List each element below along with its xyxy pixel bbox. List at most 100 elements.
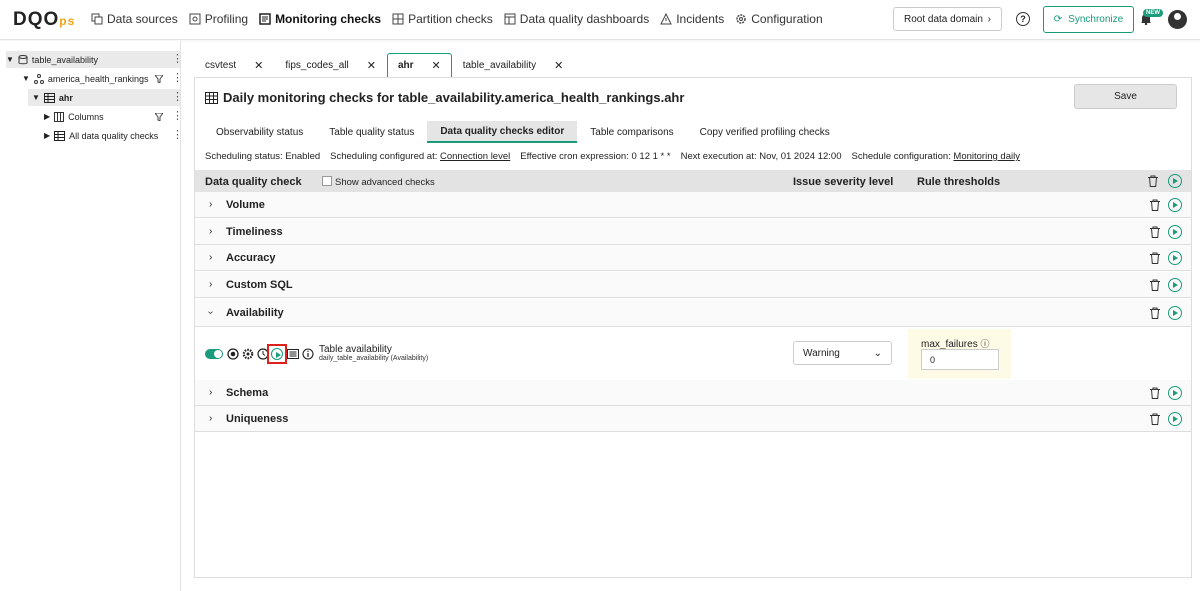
trash-icon[interactable] xyxy=(1149,279,1161,291)
trash-icon[interactable] xyxy=(1149,226,1161,238)
tree-schema[interactable]: ▼ america_health_rankings xyxy=(22,70,148,87)
results-list-icon[interactable] xyxy=(287,348,299,360)
chevron-right-icon: › xyxy=(209,226,213,237)
max-failures-input[interactable]: 0 xyxy=(921,349,999,370)
subtab-table-quality[interactable]: Table quality status xyxy=(316,121,427,143)
show-advanced-checkbox[interactable]: Show advanced checks xyxy=(322,176,435,188)
kebab-icon[interactable]: ⋮ xyxy=(172,92,183,103)
nav-monitoring-checks[interactable]: Monitoring checks xyxy=(259,12,381,26)
close-icon[interactable]: ✕ xyxy=(432,59,441,72)
run-check-icon[interactable] xyxy=(271,348,283,360)
profiling-icon xyxy=(189,13,201,25)
table-icon xyxy=(54,130,66,141)
threshold-box: max_failures ⓘ 0 xyxy=(908,329,1011,379)
chevron-right-icon: › xyxy=(209,413,213,424)
trash-icon[interactable] xyxy=(1149,307,1161,319)
subtab-comparisons[interactable]: Table comparisons xyxy=(577,121,686,143)
category-accuracy[interactable]: › Accuracy xyxy=(195,245,1191,271)
kebab-icon[interactable]: ⋮ xyxy=(172,54,183,65)
trash-icon[interactable] xyxy=(1149,387,1161,399)
kebab-icon[interactable]: ⋮ xyxy=(172,111,183,122)
tab-csvtest[interactable]: csvtest ✕ xyxy=(194,53,274,77)
warning-icon xyxy=(660,13,673,25)
run-checks-icon[interactable] xyxy=(1168,174,1182,188)
kebab-icon[interactable]: ⋮ xyxy=(172,73,183,84)
close-icon[interactable]: ✕ xyxy=(367,59,376,72)
caret-right-icon: ▶ xyxy=(44,112,51,121)
check-technical-name: daily_table_availability (Availability) xyxy=(319,355,429,362)
radio-target-icon[interactable] xyxy=(227,348,239,360)
gear-icon xyxy=(736,14,746,24)
category-custom-sql[interactable]: › Custom SQL xyxy=(195,272,1191,298)
sync-icon: ⟳ xyxy=(1053,14,1063,25)
tree-columns[interactable]: ▶ Columns xyxy=(44,108,104,125)
run-checks-icon[interactable] xyxy=(1168,412,1182,426)
run-checks-icon[interactable] xyxy=(1168,386,1182,400)
run-checks-icon[interactable] xyxy=(1168,306,1182,320)
kebab-icon[interactable]: ⋮ xyxy=(172,130,183,141)
domain-selector[interactable]: Root data domain › xyxy=(893,7,1002,31)
trash-icon[interactable] xyxy=(1149,199,1161,211)
subtab-copy-profiling[interactable]: Copy verified profiling checks xyxy=(687,121,843,143)
tree-table-ahr[interactable]: ▼ ahr xyxy=(28,89,180,106)
trash-icon[interactable] xyxy=(1149,413,1161,425)
checks-header: Data quality check Show advanced checks … xyxy=(195,170,1191,192)
category-uniqueness[interactable]: › Uniqueness xyxy=(195,406,1191,432)
tab-fips-codes-all[interactable]: fips_codes_all ✕ xyxy=(274,53,387,77)
run-checks-icon[interactable] xyxy=(1168,225,1182,239)
nav-configuration[interactable]: Configuration xyxy=(735,12,823,26)
chevron-right-icon: › xyxy=(209,199,213,210)
check-name: Table availability xyxy=(319,344,392,355)
synchronize-button[interactable]: ⟳ Synchronize xyxy=(1043,6,1134,33)
dashboard-icon xyxy=(504,13,516,25)
nav-dashboards[interactable]: Data quality dashboards xyxy=(504,12,649,26)
tree-connection[interactable]: ▼ table_availability xyxy=(6,51,180,68)
settings-gear-icon[interactable] xyxy=(242,348,254,360)
filter-icon[interactable] xyxy=(155,113,163,121)
tree-all-checks[interactable]: ▶ All data quality checks xyxy=(44,127,158,144)
subtab-checks-editor[interactable]: Data quality checks editor xyxy=(427,121,578,143)
filter-icon[interactable] xyxy=(155,75,163,83)
severity-select[interactable]: Warning ⌄ xyxy=(793,341,892,365)
avatar[interactable] xyxy=(1168,10,1187,29)
run-checks-icon[interactable] xyxy=(1168,251,1182,265)
top-bar: DQOps Data sources Profiling Monitoring … xyxy=(0,0,1200,40)
category-availability[interactable]: › Availability xyxy=(195,299,1191,327)
new-badge: NEW xyxy=(1143,9,1163,17)
page-title: Daily monitoring checks for table_availa… xyxy=(205,90,684,105)
close-icon[interactable]: ✕ xyxy=(554,59,563,72)
logo[interactable]: DQOps xyxy=(13,9,75,31)
monitoring-daily-link[interactable]: Monitoring daily xyxy=(953,151,1020,162)
chevron-down-icon: ⌄ xyxy=(873,347,882,359)
tab-ahr[interactable]: ahr ✕ xyxy=(386,53,452,77)
check-row-table-availability: Table availability daily_table_availabil… xyxy=(195,327,1191,381)
category-schema[interactable]: › Schema xyxy=(195,380,1191,406)
close-icon[interactable]: ✕ xyxy=(254,59,263,72)
trash-icon[interactable] xyxy=(1147,175,1159,187)
database-icon xyxy=(18,54,28,64)
open-tabs: csvtest ✕ fips_codes_all ✕ ahr ✕ table_avai… xyxy=(194,53,574,77)
category-timeliness[interactable]: › Timeliness xyxy=(195,219,1191,245)
nav-data-sources[interactable]: Data sources xyxy=(91,12,178,26)
table-icon xyxy=(43,92,55,103)
data-sources-icon xyxy=(91,13,103,25)
info-icon[interactable] xyxy=(302,348,314,360)
caret-right-icon: ▶ xyxy=(44,131,51,140)
category-volume[interactable]: › Volume xyxy=(195,192,1191,218)
save-button[interactable]: Save xyxy=(1074,84,1177,109)
sub-tabs: Observability status Table quality statu… xyxy=(203,121,843,143)
connection-level-link[interactable]: Connection level xyxy=(440,151,510,162)
help-icon[interactable]: ? xyxy=(1016,12,1030,26)
nav-profiling[interactable]: Profiling xyxy=(189,12,248,26)
partition-icon xyxy=(392,13,404,25)
nav-incidents[interactable]: Incidents xyxy=(660,12,724,26)
nav-partition-checks[interactable]: Partition checks xyxy=(392,12,493,26)
monitoring-icon xyxy=(259,13,271,25)
trash-icon[interactable] xyxy=(1149,252,1161,264)
sidebar-tree: ▼ table_availability ⋮ ▼ america_health_… xyxy=(0,41,183,591)
subtab-observability[interactable]: Observability status xyxy=(203,121,316,143)
run-checks-icon[interactable] xyxy=(1168,278,1182,292)
check-enabled-toggle[interactable] xyxy=(205,349,223,359)
tab-table-availability[interactable]: table_availability ✕ xyxy=(452,53,575,77)
run-checks-icon[interactable] xyxy=(1168,198,1182,212)
